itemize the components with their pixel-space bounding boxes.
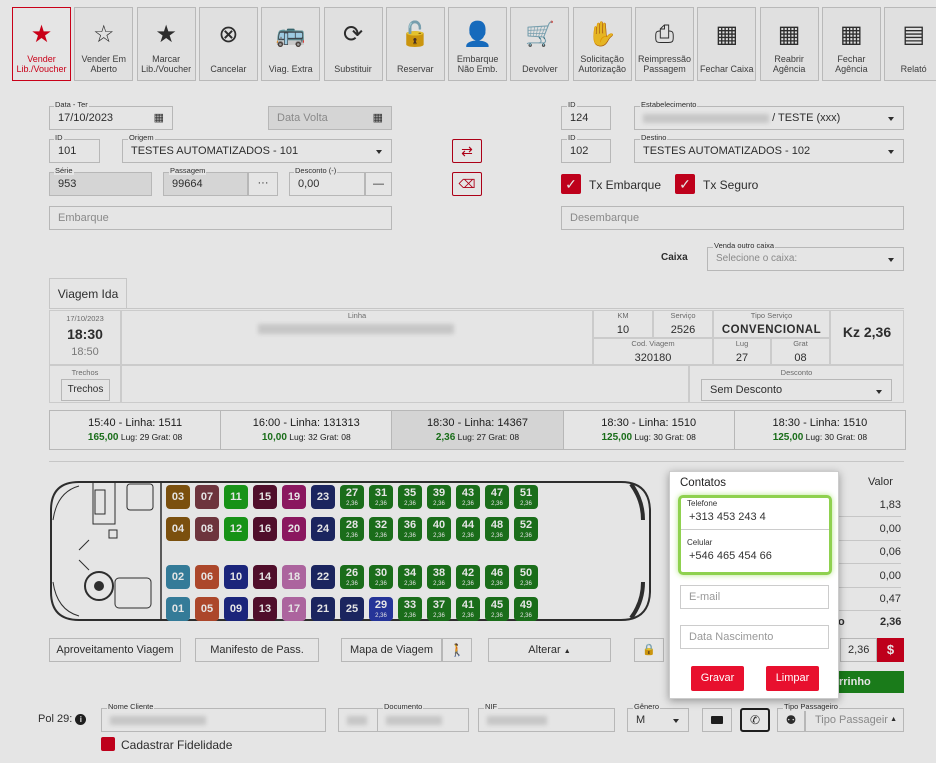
contatos-title: Contatos <box>680 477 727 489</box>
nascimento-input[interactable]: Data Nascimento <box>680 625 829 649</box>
contatos-popover: Contatos Telefone +313 453 243 4 Celular… <box>669 471 839 699</box>
limpar-button[interactable]: Limpar <box>766 666 819 691</box>
celular-input[interactable]: +546 465 454 66 <box>681 545 829 569</box>
gravar-button[interactable]: Gravar <box>691 666 744 691</box>
telefone-input[interactable]: +313 453 243 4 <box>681 506 829 530</box>
telefone-label: Telefone <box>686 499 719 508</box>
email-input[interactable]: E-mail <box>680 585 829 609</box>
celular-label: Celular <box>686 538 714 547</box>
